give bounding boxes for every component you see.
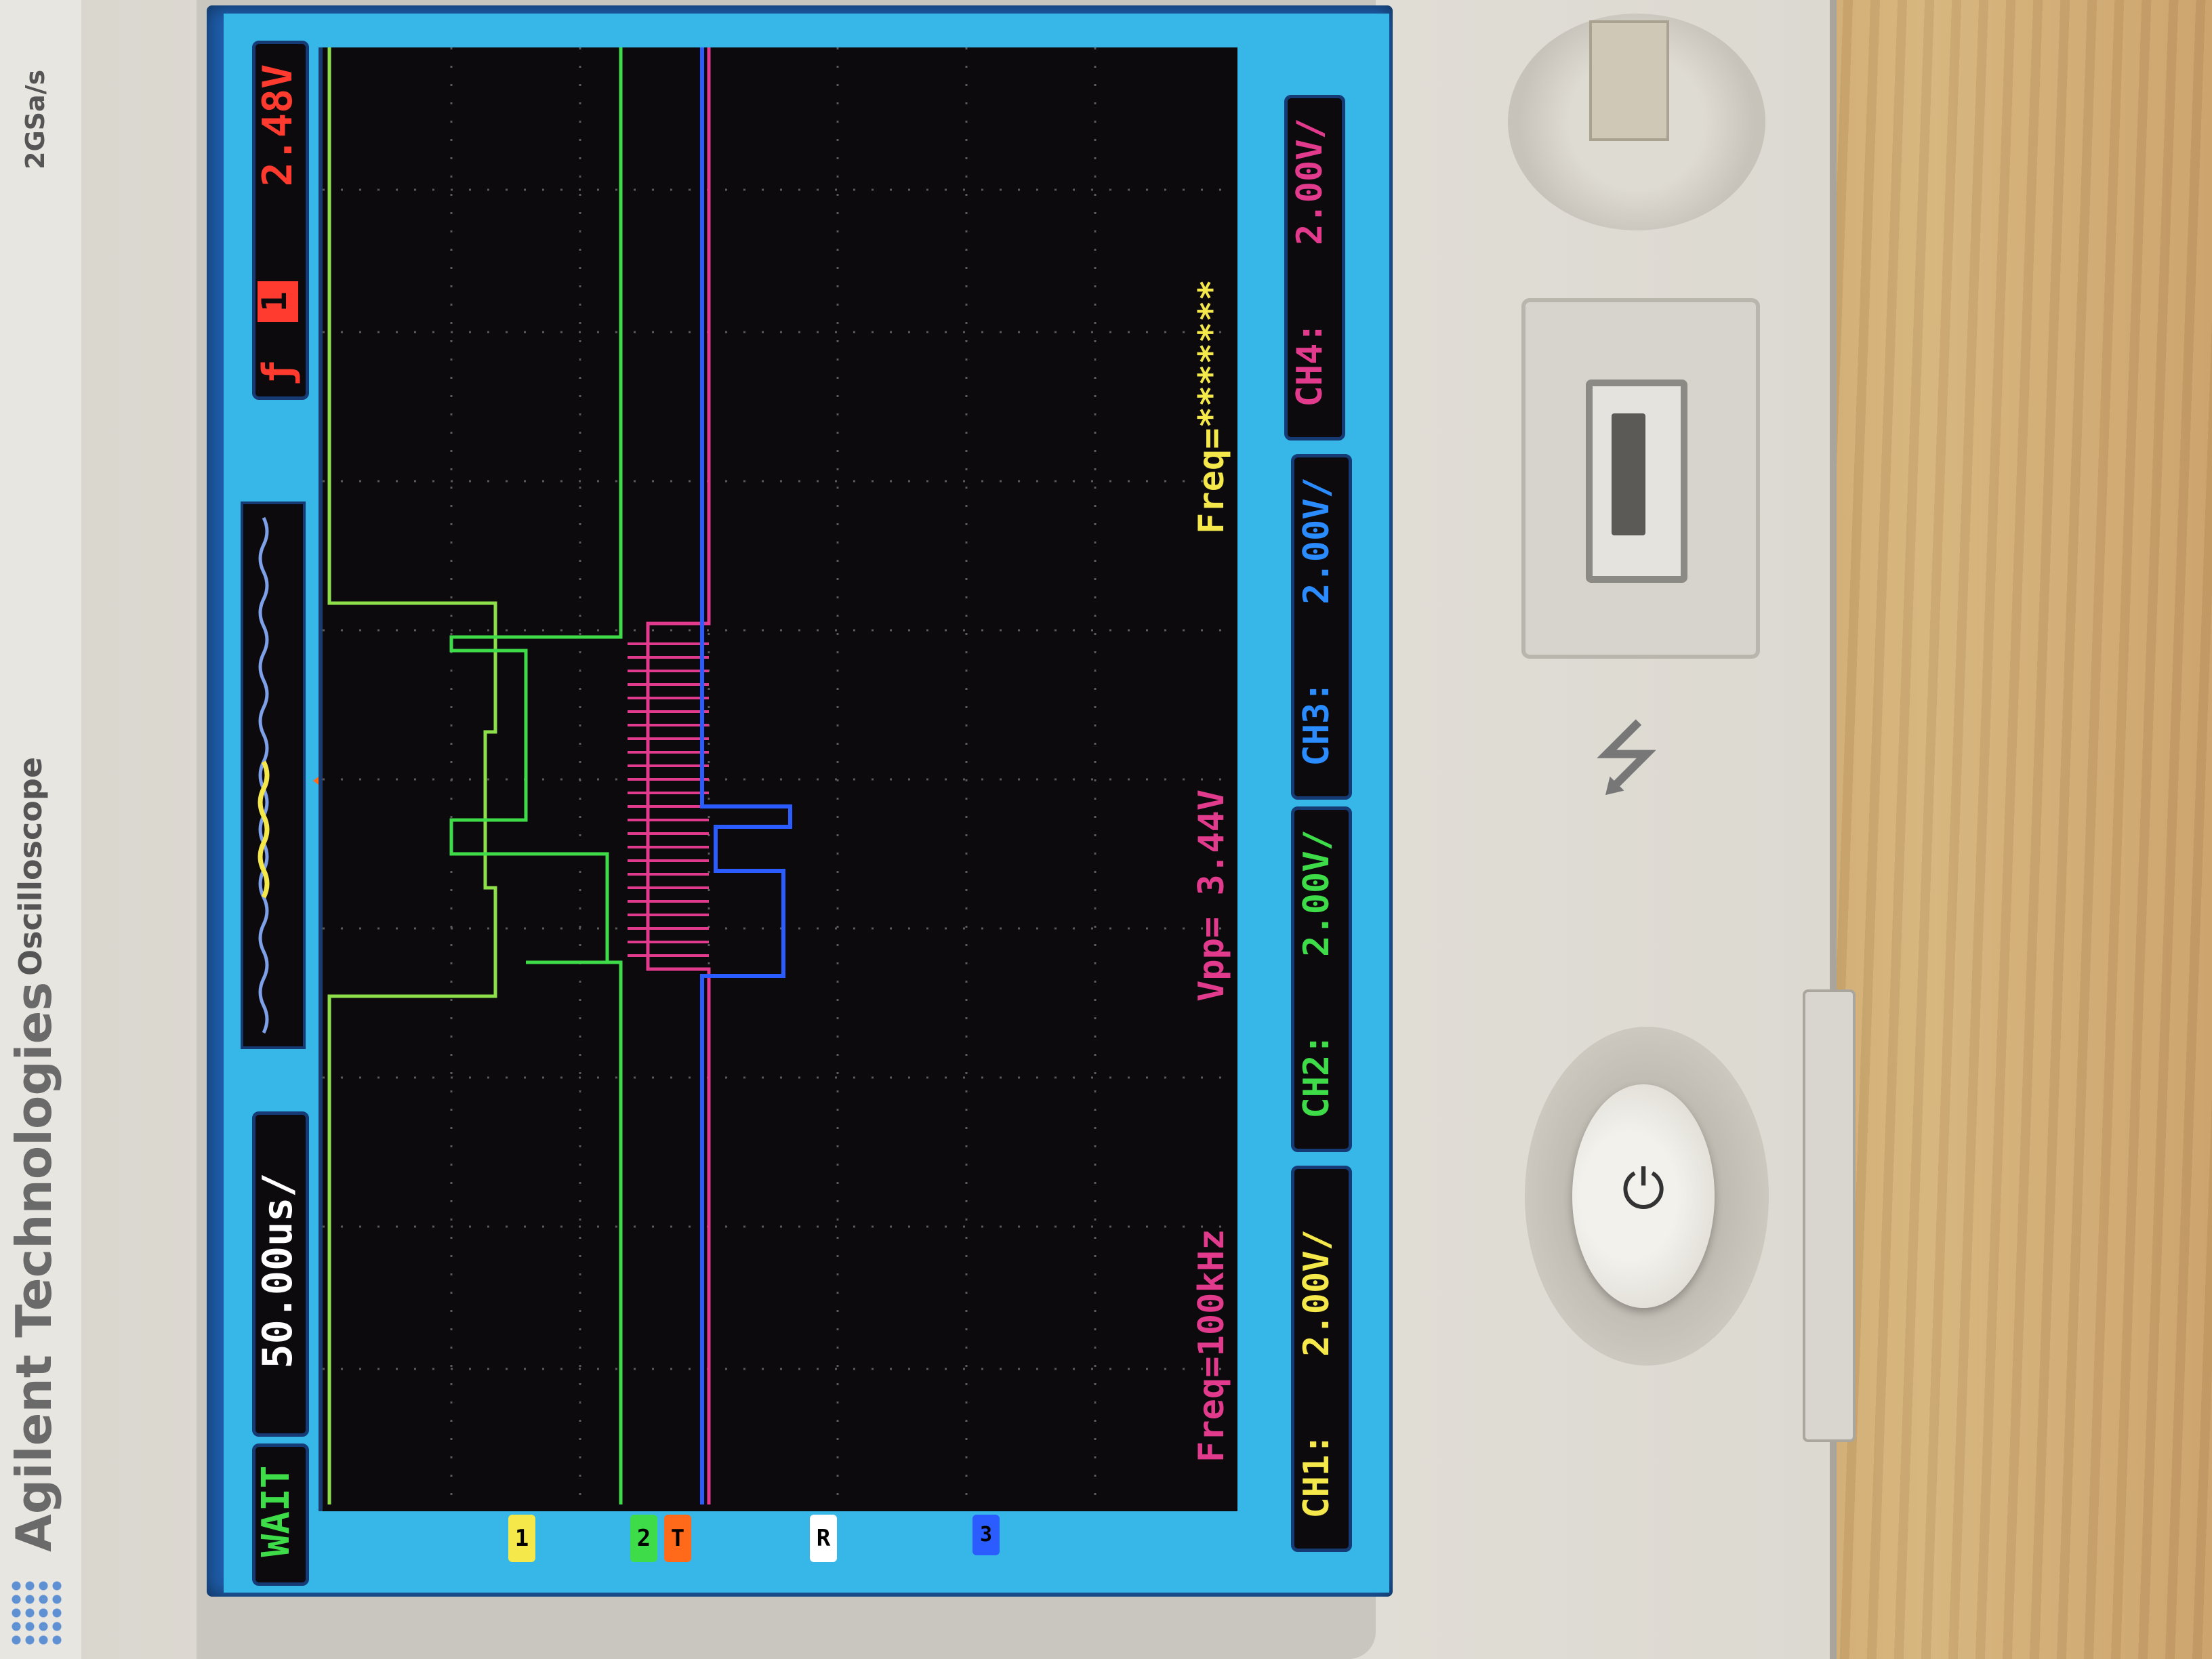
waveform-overview	[241, 501, 306, 1049]
probe-comp-connector-icon	[1589, 20, 1669, 141]
freq-measurement-2: Freq=*******	[1191, 279, 1232, 534]
trigger-marker[interactable]: T	[664, 1515, 691, 1562]
ch4-scale: 2.00V/	[1290, 118, 1330, 245]
usb-port-slot	[1612, 413, 1645, 535]
freq-measurement-1: Freq=100kHz	[1191, 1229, 1232, 1462]
ch3-trace	[700, 47, 792, 1504]
overview-wave-icon	[258, 516, 270, 1034]
ch3-marker[interactable]: 3	[972, 1515, 1000, 1555]
ref-marker[interactable]: R	[810, 1515, 837, 1562]
waveform-svg	[323, 47, 1237, 1511]
ch3-label: CH3:	[1296, 681, 1337, 766]
ch2-trace	[449, 47, 623, 1504]
waveform-plot-area	[319, 47, 1237, 1511]
grid	[323, 47, 1237, 1511]
run-state: WAIT	[254, 1465, 298, 1557]
side-tab	[1803, 989, 1856, 1442]
brand-name: Agilent Technologies	[5, 981, 62, 1552]
usb-icon: ⭍	[1593, 712, 1660, 806]
vpp-measurement: Vpp= 3.44V	[1191, 789, 1232, 1002]
trigger-edge-icon: ƒ	[254, 360, 302, 386]
sample-rate: 2GSa/s	[20, 69, 50, 169]
ch3-scale: 2.00V/	[1296, 477, 1337, 605]
ch4-trace	[646, 47, 711, 1504]
ch1-marker[interactable]: 1	[508, 1515, 535, 1562]
trigger-level: 2.48V	[254, 64, 302, 187]
trigger-channel: 1	[255, 281, 298, 322]
ch4-burst	[628, 642, 709, 957]
agilent-logo-icon	[9, 1579, 64, 1647]
timebase-readout[interactable]: 50.00us/	[254, 1115, 302, 1427]
power-icon: ⏻	[1622, 1158, 1665, 1221]
ch2-marker[interactable]: 2	[630, 1515, 657, 1562]
ch1-trace	[327, 47, 497, 1504]
model-name: Oscilloscope	[12, 756, 49, 976]
ch2-label: CH2:	[1296, 1033, 1337, 1119]
ch1-label: CH1:	[1296, 1433, 1337, 1519]
usb-port[interactable]	[1586, 380, 1687, 583]
ch4-label: CH4:	[1290, 322, 1330, 407]
ch2-scale: 2.00V/	[1296, 830, 1337, 957]
ch1-scale: 2.00V/	[1296, 1229, 1337, 1357]
